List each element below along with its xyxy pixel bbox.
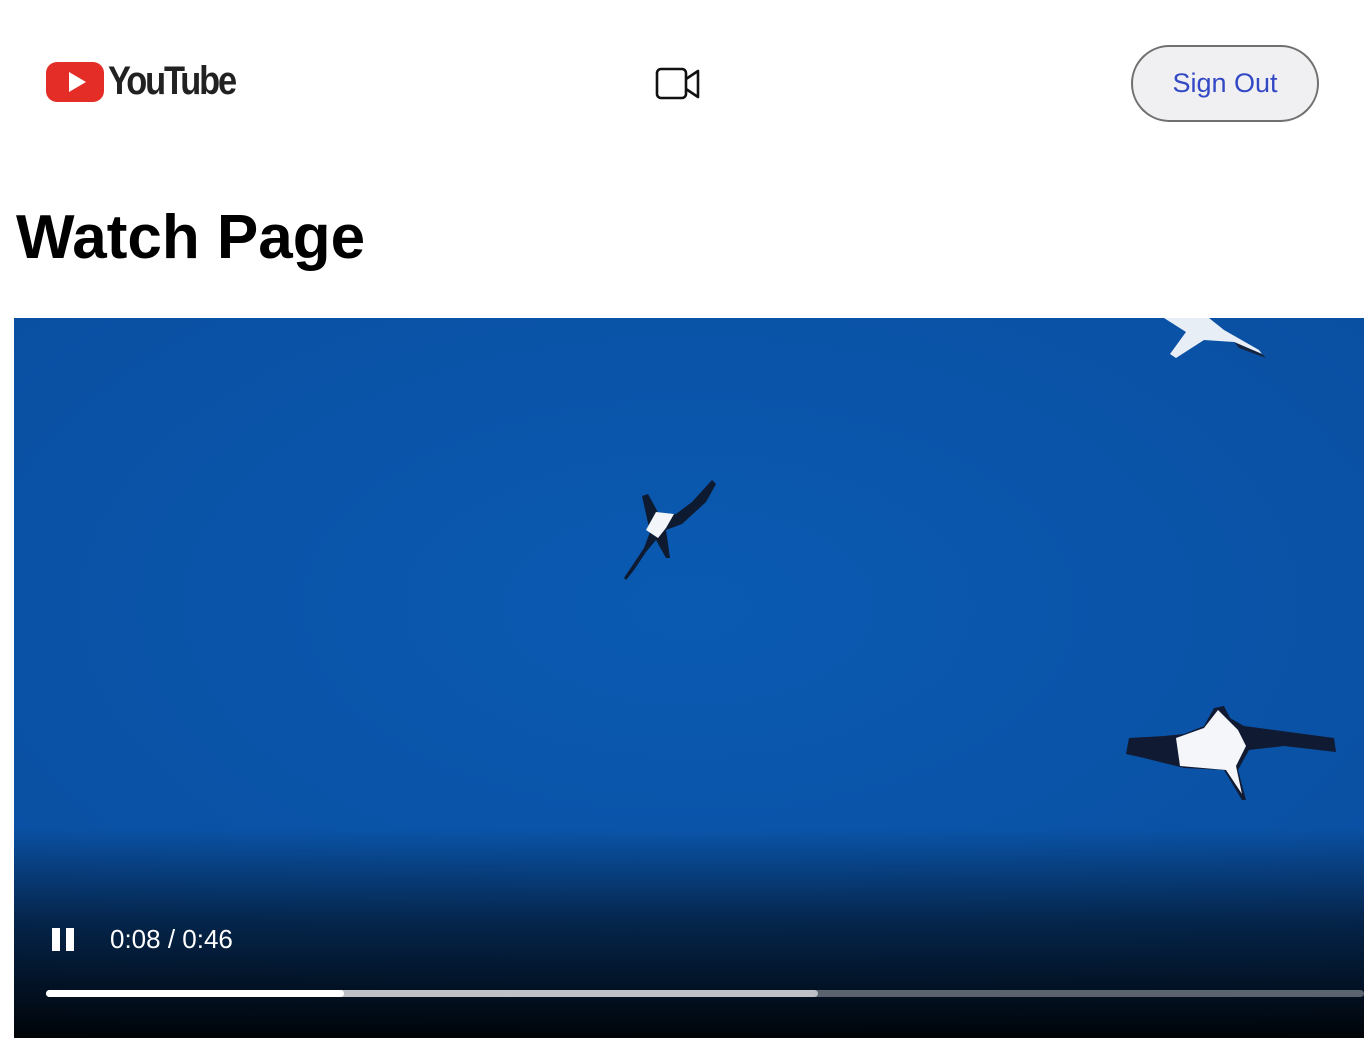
video-camera-icon[interactable]	[655, 66, 701, 102]
pause-icon-bar	[66, 928, 74, 951]
app-header: YouTube Sign Out	[0, 0, 1364, 170]
logo-wordmark: YouTube	[108, 59, 237, 103]
sign-out-button[interactable]: Sign Out	[1131, 45, 1319, 122]
pause-button[interactable]	[48, 922, 76, 954]
page-title: Watch Page	[16, 203, 366, 272]
time-display: 0:08 / 0:46	[110, 924, 233, 954]
pause-icon	[52, 928, 60, 951]
progress-bar[interactable]	[46, 990, 1364, 997]
video-player[interactable]: 0:08 / 0:46	[14, 318, 1364, 1038]
progress-played	[46, 990, 344, 997]
youtube-play-icon	[46, 62, 104, 102]
youtube-logo[interactable]: YouTube	[46, 58, 256, 104]
